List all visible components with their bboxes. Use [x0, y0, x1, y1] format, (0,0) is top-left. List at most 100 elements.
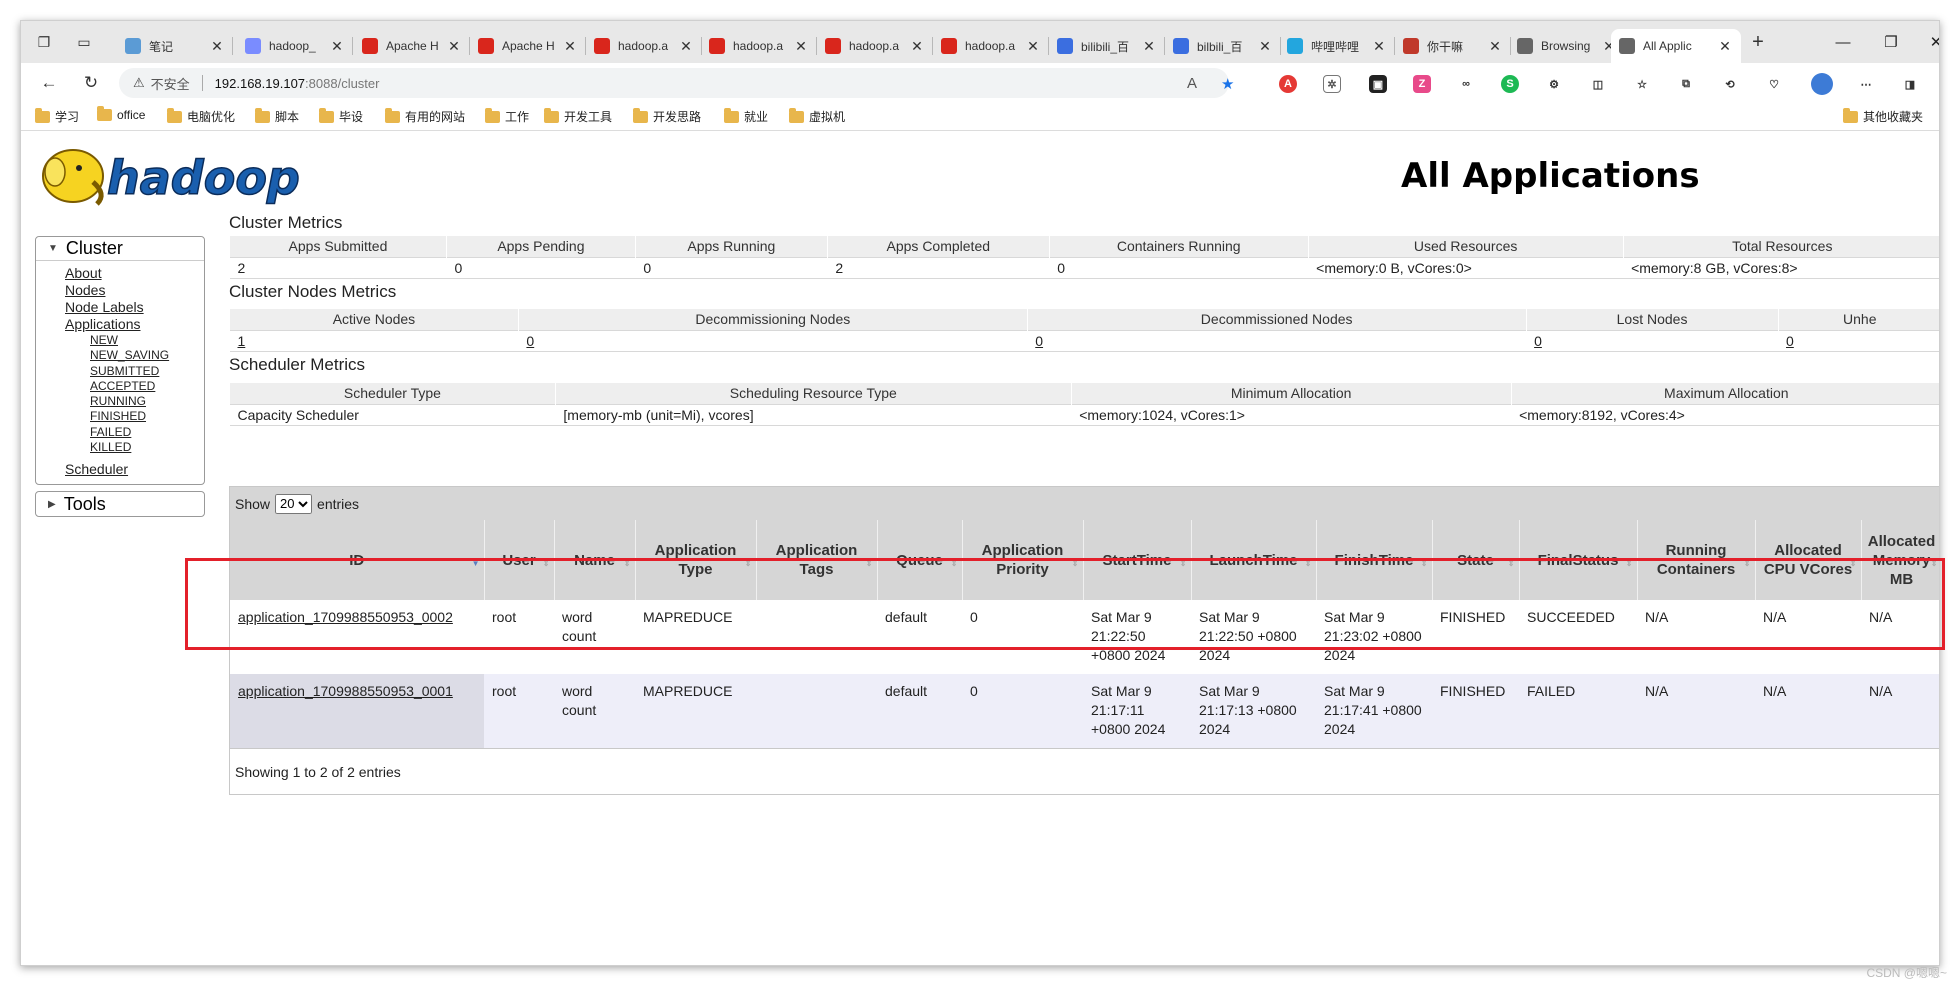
application-id-link[interactable]: application_1709988550953_0001 [238, 683, 453, 699]
back-button[interactable]: ← [35, 69, 63, 97]
new-tab-button[interactable]: + [1745, 30, 1771, 54]
browser-tab[interactable]: hadoop.a ✕ [701, 29, 817, 63]
browser-tab[interactable]: bilibili_百 ✕ [1049, 29, 1165, 63]
browser-tab[interactable]: hadoop.a ✕ [586, 29, 702, 63]
metric-link[interactable]: 0 [526, 333, 534, 349]
table-row[interactable]: application_1709988550953_0001 root word c… [230, 674, 1939, 748]
nav-link-scheduler[interactable]: Scheduler [65, 461, 204, 478]
watermark: CSDN @嗯嗯~ [1866, 966, 1947, 980]
tab-close-icon[interactable]: ✕ [329, 38, 345, 55]
bookmark-folder[interactable]: 毕设 [319, 107, 363, 125]
entries-label: entries [317, 495, 360, 512]
tab-close-icon[interactable]: ✕ [1371, 38, 1387, 55]
tab-close-icon[interactable]: ✕ [1025, 38, 1041, 55]
link-icon[interactable]: ∞ [1457, 75, 1475, 93]
favorite-star-icon[interactable]: ★ [1221, 75, 1234, 93]
metric-link[interactable]: 0 [1035, 333, 1043, 349]
bookmark-folder[interactable]: 开发工具 [544, 107, 612, 125]
extensions-puzzle-icon[interactable]: ⚙ [1545, 75, 1563, 93]
tab-close-icon[interactable]: ✕ [909, 38, 925, 55]
reload-button[interactable]: ↻ [77, 69, 105, 97]
hadoop-logo[interactable]: hadoop [35, 142, 335, 212]
address-row: ← ↻ ⚠ 不安全 192.168.19.107:8088/cluster A … [21, 63, 1939, 103]
extension-icon[interactable]: S [1501, 75, 1519, 93]
bookmark-folder[interactable]: 电脑优化 [167, 107, 235, 125]
browser-tab[interactable]: 你干嘛 ✕ [1395, 29, 1511, 63]
metric-link[interactable]: 0 [1534, 333, 1542, 349]
close-window-button[interactable]: ✕ [1914, 29, 1939, 55]
bookmarks-bar: 学习 office 电脑优化 脚本 毕设 有用的网站 工作 开发工具 开发思路 就业 虚拟机 其他收… [21, 103, 1939, 131]
nav-link-state-running[interactable]: RUNNING [90, 394, 204, 409]
bookmark-folder[interactable]: 虚拟机 [789, 107, 845, 125]
sidebar-toggle-icon[interactable]: ◨ [1901, 75, 1919, 93]
tab-close-icon[interactable]: ✕ [446, 38, 462, 55]
extension-icon[interactable]: ▣ [1369, 75, 1387, 93]
tab-close-icon[interactable]: ✕ [562, 38, 578, 55]
nav-link-state-failed[interactable]: FAILED [90, 425, 204, 440]
profile-avatar[interactable] [1811, 73, 1833, 95]
nav-link-nodes[interactable]: Nodes [65, 282, 204, 299]
workspaces-icon[interactable]: ❐ [31, 30, 57, 54]
vertical-tabs-icon[interactable]: ▭ [71, 30, 97, 54]
minimize-button[interactable]: — [1821, 29, 1865, 55]
favorites-icon[interactable]: ☆ [1633, 75, 1651, 93]
tab-close-icon[interactable]: ✕ [793, 38, 809, 55]
adblock-icon[interactable]: A [1279, 75, 1297, 93]
tab-close-icon[interactable]: ✕ [678, 38, 694, 55]
browser-tab[interactable]: 哔哩哔哩 ✕ [1279, 29, 1395, 63]
cell-finish: Sat Mar 9 21:17:41 +0800 2024 [1316, 674, 1432, 748]
metric-link[interactable]: 1 [238, 333, 246, 349]
collections-icon[interactable]: ⧉ [1677, 75, 1695, 93]
browser-essentials-icon[interactable]: ♡ [1765, 75, 1783, 93]
metric-cell: 0 [446, 256, 636, 279]
bookmark-folder[interactable]: 就业 [724, 107, 768, 125]
chevron-right-icon: ▶ [48, 498, 56, 510]
metric-link[interactable]: 0 [1786, 333, 1794, 349]
tab-close-icon[interactable]: ✕ [209, 38, 225, 55]
nav-link-node-labels[interactable]: Node Labels [65, 299, 204, 316]
nav-link-state-finished[interactable]: FINISHED [90, 409, 204, 424]
other-bookmarks[interactable]: 其他收藏夹 [1843, 107, 1923, 125]
browser-tab[interactable]: bilbili_百 ✕ [1165, 29, 1281, 63]
address-bar[interactable]: ⚠ 不安全 192.168.19.107:8088/cluster A ★ [119, 68, 1234, 98]
more-menu-icon[interactable]: ⋯ [1857, 75, 1875, 93]
history-icon[interactable]: ⟲ [1721, 75, 1739, 93]
nav-link-applications[interactable]: Applications [65, 316, 204, 333]
warning-icon[interactable]: ⚠ [133, 75, 145, 91]
nav-link-state-accepted[interactable]: ACCEPTED [90, 379, 204, 394]
browser-tab[interactable]: 笔记 ✕ [117, 29, 233, 63]
tab-close-icon[interactable]: ✕ [1717, 38, 1733, 55]
nav-link-state-submitted[interactable]: SUBMITTED [90, 364, 204, 379]
extension-icon[interactable]: ✲ [1323, 75, 1341, 93]
bookmark-folder[interactable]: office [97, 106, 145, 122]
restore-button[interactable]: ❐ [1869, 29, 1913, 55]
browser-tab[interactable]: hadoop.a ✕ [817, 29, 933, 63]
tab-close-icon[interactable]: ✕ [1257, 38, 1273, 55]
bookmark-folder[interactable]: 脚本 [255, 107, 299, 125]
nav-link-state-new[interactable]: NEW [90, 333, 204, 348]
tab-close-icon[interactable]: ✕ [1141, 38, 1157, 55]
nav-link-about[interactable]: About [65, 265, 204, 282]
browser-tab[interactable]: All Applic ✕ [1611, 29, 1741, 63]
bookmark-folder[interactable]: 开发思路 [633, 107, 701, 125]
extension-icon[interactable]: Z [1413, 75, 1431, 93]
browser-tab[interactable]: Browsing ✕ [1509, 29, 1625, 63]
nav-link-state-killed[interactable]: KILLED [90, 440, 204, 455]
nav-link-state-new-saving[interactable]: NEW_SAVING [90, 348, 204, 363]
read-aloud-icon[interactable]: A [1187, 75, 1197, 92]
tools-header[interactable]: ▶ Tools [36, 492, 204, 517]
browser-tab[interactable]: Apache H ✕ [354, 29, 470, 63]
browser-tab[interactable]: hadoop.a ✕ [933, 29, 1049, 63]
split-screen-icon[interactable]: ◫ [1589, 75, 1607, 93]
page-size-select[interactable]: 20 [275, 493, 313, 514]
bookmark-folder[interactable]: 有用的网站 [385, 107, 465, 125]
bookmark-folder[interactable]: 工作 [485, 107, 529, 125]
tab-title: hadoop.a [618, 39, 669, 53]
insecure-label[interactable]: 不安全 [151, 74, 190, 93]
tab-close-icon[interactable]: ✕ [1487, 38, 1503, 55]
browser-tab[interactable]: hadoop_ ✕ [237, 29, 353, 63]
bookmark-folder[interactable]: 学习 [35, 107, 79, 125]
browser-tab[interactable]: Apache H ✕ [470, 29, 586, 63]
cluster-header[interactable]: ▼ Cluster [36, 237, 204, 261]
show-label: Show [235, 495, 271, 512]
